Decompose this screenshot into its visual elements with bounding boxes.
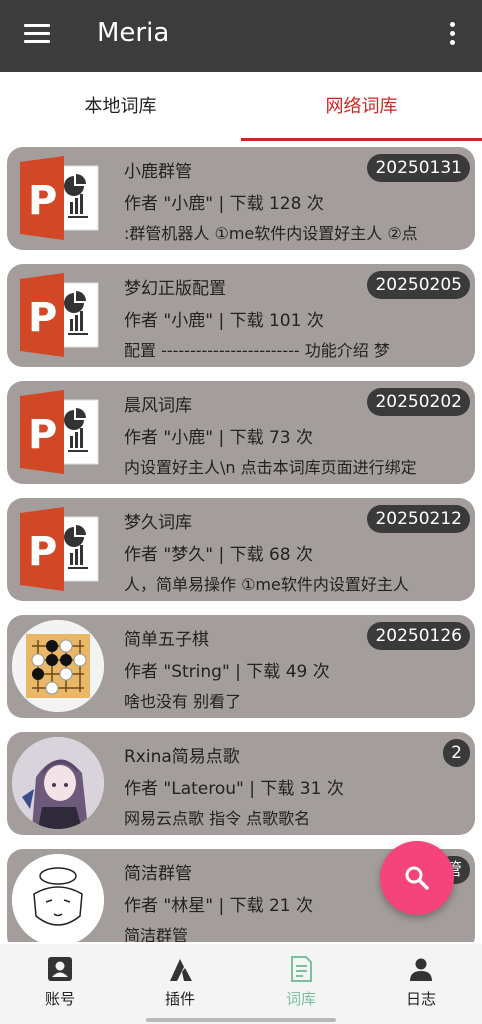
nav-label: 插件 bbox=[164, 990, 195, 1008]
item-name: 简洁群管 bbox=[124, 864, 192, 884]
tab-local-library[interactable]: 本地词库 bbox=[0, 72, 241, 142]
app-title: Meria bbox=[97, 18, 170, 48]
plugin-icon bbox=[170, 959, 192, 981]
nav-account[interactable]: 账号 bbox=[0, 944, 120, 1016]
item-meta: 作者 "String" | 下载 49 次 bbox=[124, 662, 330, 682]
nav-label: 词库 bbox=[285, 990, 316, 1008]
nav-label: 日志 bbox=[405, 990, 436, 1008]
powerpoint-icon: P bbox=[12, 269, 104, 361]
list-item[interactable]: P 梦久词库 作者 "梦久" | 下载 68 次 人，简单易操作 ①me软件内设… bbox=[7, 498, 475, 601]
item-desc: 简洁群管 bbox=[124, 926, 189, 942]
hamburger-menu-icon[interactable] bbox=[24, 24, 50, 44]
item-meta: 作者 "小鹿" | 下载 128 次 bbox=[124, 194, 324, 214]
search-icon bbox=[405, 866, 429, 890]
item-name: Rxina简易点歌 bbox=[124, 747, 240, 767]
version-badge: 20250131 bbox=[367, 154, 470, 182]
svg-text:P: P bbox=[28, 178, 57, 224]
item-meta: 作者 "林星" | 下载 21 次 bbox=[124, 896, 314, 916]
version-badge: 20250202 bbox=[367, 388, 470, 416]
bottom-navigation: 账号 插件 词库 日志 bbox=[0, 944, 482, 1024]
item-meta: 作者 "Laterou" | 下载 31 次 bbox=[124, 779, 344, 799]
nav-log[interactable]: 日志 bbox=[361, 944, 481, 1016]
svg-text:P: P bbox=[28, 295, 57, 341]
item-desc: 人，简单易操作 ①me软件内设置好主人 bbox=[124, 575, 409, 594]
more-vert-icon[interactable] bbox=[448, 22, 456, 48]
version-badge: 20250126 bbox=[367, 622, 470, 650]
item-desc: 啥也没有 别看了 bbox=[124, 692, 242, 711]
powerpoint-icon: P bbox=[12, 386, 104, 478]
item-name: 简单五子棋 bbox=[124, 630, 209, 650]
nav-library[interactable]: 词库 bbox=[241, 944, 361, 1016]
gomoku-board-avatar bbox=[12, 620, 104, 712]
search-button[interactable] bbox=[380, 841, 454, 915]
item-desc: 内设置好主人\n 点击本词库页面进行绑定 bbox=[124, 458, 417, 477]
svg-text:P: P bbox=[28, 529, 57, 575]
version-badge: 20250212 bbox=[367, 505, 470, 533]
list-item[interactable]: P 晨风词库 作者 "小鹿" | 下载 73 次 内设置好主人\n 点击本词库页… bbox=[7, 381, 475, 484]
svg-text:P: P bbox=[28, 412, 57, 458]
account-icon bbox=[48, 957, 72, 981]
list-item[interactable]: P 小鹿群管 作者 "小鹿" | 下载 128 次 :群管机器人 ①me软件内设… bbox=[7, 147, 475, 250]
anime-girl-avatar bbox=[12, 737, 104, 829]
home-indicator bbox=[146, 1018, 336, 1022]
list-item[interactable]: P 梦幻正版配置 作者 "小鹿" | 下载 101 次 配置 ---------… bbox=[7, 264, 475, 367]
app-bar: Meria bbox=[0, 0, 482, 72]
item-desc: 网易云点歌 指令 点歌歌名 bbox=[124, 809, 311, 828]
item-desc: 配置 ------------------------ 功能介绍 梦 bbox=[124, 341, 390, 360]
item-name: 小鹿群管 bbox=[124, 162, 192, 182]
version-badge: 2 bbox=[443, 739, 470, 767]
library-list[interactable]: P 小鹿群管 作者 "小鹿" | 下载 128 次 :群管机器人 ①me软件内设… bbox=[0, 142, 482, 942]
document-icon bbox=[291, 956, 312, 982]
cartoon-face-avatar bbox=[12, 854, 104, 942]
version-badge: 20250205 bbox=[367, 271, 470, 299]
item-desc: :群管机器人 ①me软件内设置好主人 ②点 bbox=[124, 224, 418, 243]
list-item[interactable]: 简单五子棋 作者 "String" | 下载 49 次 啥也没有 别看了 202… bbox=[7, 615, 475, 718]
powerpoint-icon: P bbox=[12, 503, 104, 595]
tab-bar: 本地词库 网络词库 bbox=[0, 72, 482, 142]
nav-label: 账号 bbox=[44, 990, 75, 1008]
item-name: 梦久词库 bbox=[124, 513, 192, 533]
item-meta: 作者 "小鹿" | 下载 101 次 bbox=[124, 311, 324, 331]
item-meta: 作者 "小鹿" | 下载 73 次 bbox=[124, 428, 314, 448]
tab-network-library[interactable]: 网络词库 bbox=[241, 72, 482, 142]
nav-plugins[interactable]: 插件 bbox=[120, 944, 240, 1016]
powerpoint-icon: P bbox=[12, 152, 104, 244]
person-icon bbox=[410, 958, 432, 981]
item-name: 晨风词库 bbox=[124, 396, 192, 416]
tab-indicator bbox=[241, 138, 482, 141]
item-meta: 作者 "梦久" | 下载 68 次 bbox=[124, 545, 314, 565]
item-name: 梦幻正版配置 bbox=[124, 279, 226, 299]
list-item[interactable]: Rxina简易点歌 作者 "Laterou" | 下载 31 次 网易云点歌 指… bbox=[7, 732, 475, 835]
